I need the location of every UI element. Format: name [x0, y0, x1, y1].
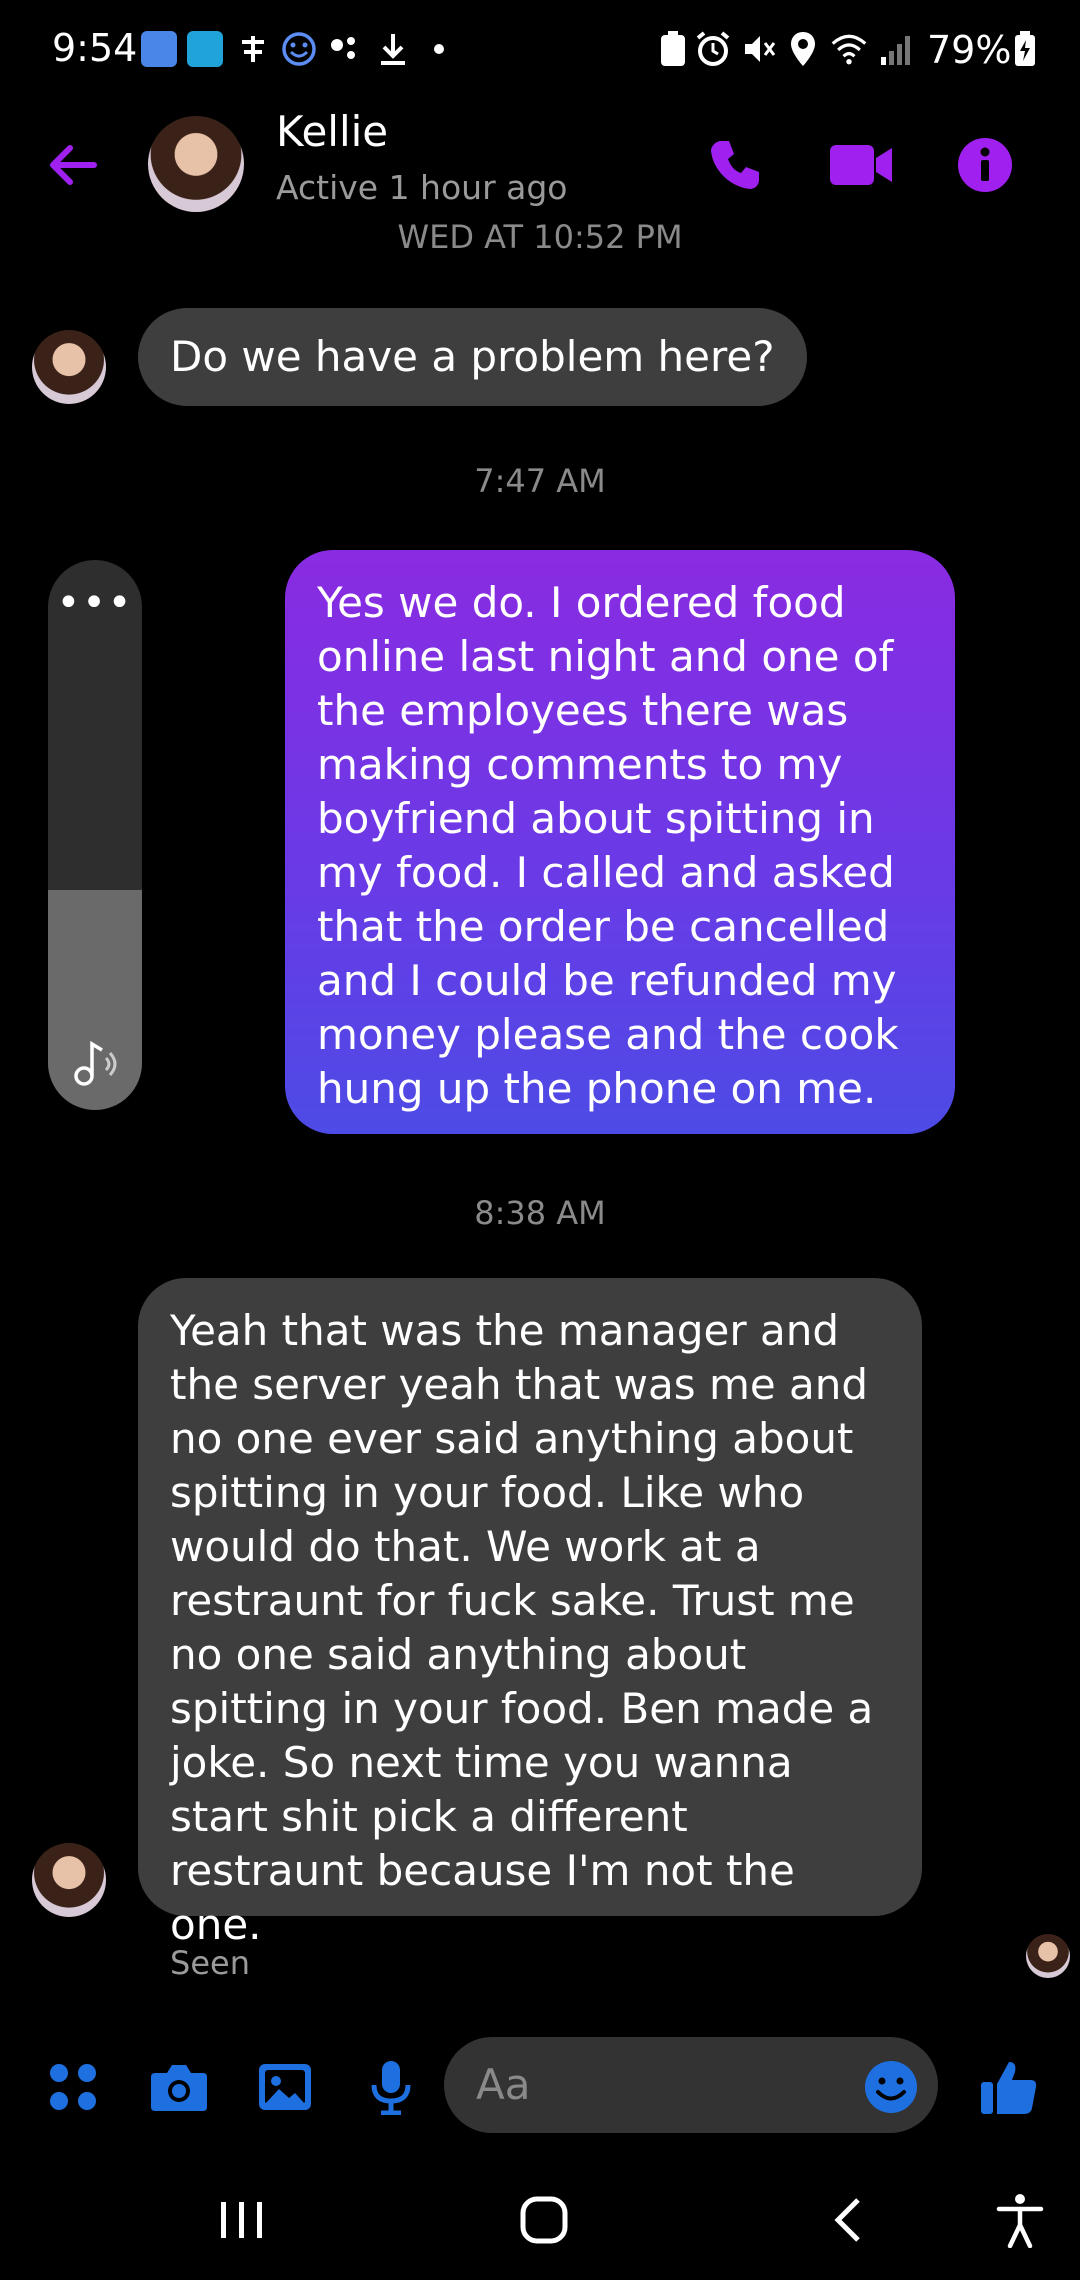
wifi-icon [830, 30, 868, 68]
status-time: 9:54 [52, 26, 138, 70]
contact-status: Active 1 hour ago [276, 168, 568, 207]
phone-call-icon[interactable] [700, 130, 770, 200]
status-bar: 9:54 79% [0, 0, 1080, 110]
read-receipt-avatar [1026, 1934, 1070, 1978]
people-icon [140, 30, 178, 68]
outgoing-message-bubble[interactable]: Yes we do. I ordered food online last ni… [285, 550, 955, 1134]
battery-saver-icon [654, 30, 692, 68]
seen-label: Seen [170, 1944, 250, 1982]
camera-icon[interactable] [144, 2052, 214, 2122]
microphone-icon[interactable] [356, 2052, 426, 2122]
alarm-icon [694, 30, 732, 68]
menu-grid-icon[interactable] [38, 2052, 108, 2122]
timestamp-divider: 8:38 AM [474, 1194, 606, 1232]
dot-icon [420, 30, 458, 68]
info-icon[interactable] [950, 130, 1020, 200]
back-nav-icon[interactable] [808, 2180, 888, 2260]
timestamp-divider: 7:47 AM [474, 462, 606, 500]
location-icon [784, 30, 822, 68]
gallery-icon[interactable] [250, 2052, 320, 2122]
message-text: Yes we do. I ordered food online last ni… [317, 578, 899, 1113]
mute-icon [740, 30, 778, 68]
recent-apps-icon[interactable] [202, 2180, 282, 2260]
signal-icon [878, 30, 916, 68]
video-call-icon[interactable] [826, 130, 896, 200]
message-text: Do we have a problem here? [170, 332, 775, 381]
assistant-icon [326, 30, 364, 68]
like-thumbs-up-icon[interactable] [974, 2052, 1044, 2122]
home-icon[interactable] [504, 2180, 584, 2260]
timestamp-divider: WED AT 10:52 PM [397, 222, 683, 256]
sender-avatar[interactable] [32, 330, 106, 404]
download-icon [374, 30, 412, 68]
sender-avatar[interactable] [32, 1843, 106, 1917]
emoji-icon[interactable] [856, 2052, 926, 2122]
volume-panel[interactable]: ••• [48, 560, 142, 1110]
smile-icon [280, 30, 318, 68]
back-arrow-icon[interactable] [44, 135, 104, 195]
incoming-message-bubble[interactable]: Do we have a problem here? [138, 308, 807, 406]
contact-avatar[interactable] [148, 116, 244, 212]
fan-icon [234, 30, 272, 68]
volume-more-options[interactable]: ••• [48, 580, 142, 626]
incoming-message-bubble[interactable]: Yeah that was the manager and the server… [138, 1278, 922, 1949]
battery-icon [1006, 30, 1044, 68]
battery-percentage: 79% [927, 28, 1012, 72]
accessibility-icon[interactable] [980, 2180, 1060, 2260]
message-input-placeholder[interactable]: Aa [476, 2060, 530, 2109]
camera-app-icon [186, 30, 224, 68]
media-volume-icon[interactable] [68, 1034, 124, 1090]
contact-name[interactable]: Kellie [276, 107, 388, 156]
message-text: Yeah that was the manager and the server… [170, 1306, 874, 1949]
